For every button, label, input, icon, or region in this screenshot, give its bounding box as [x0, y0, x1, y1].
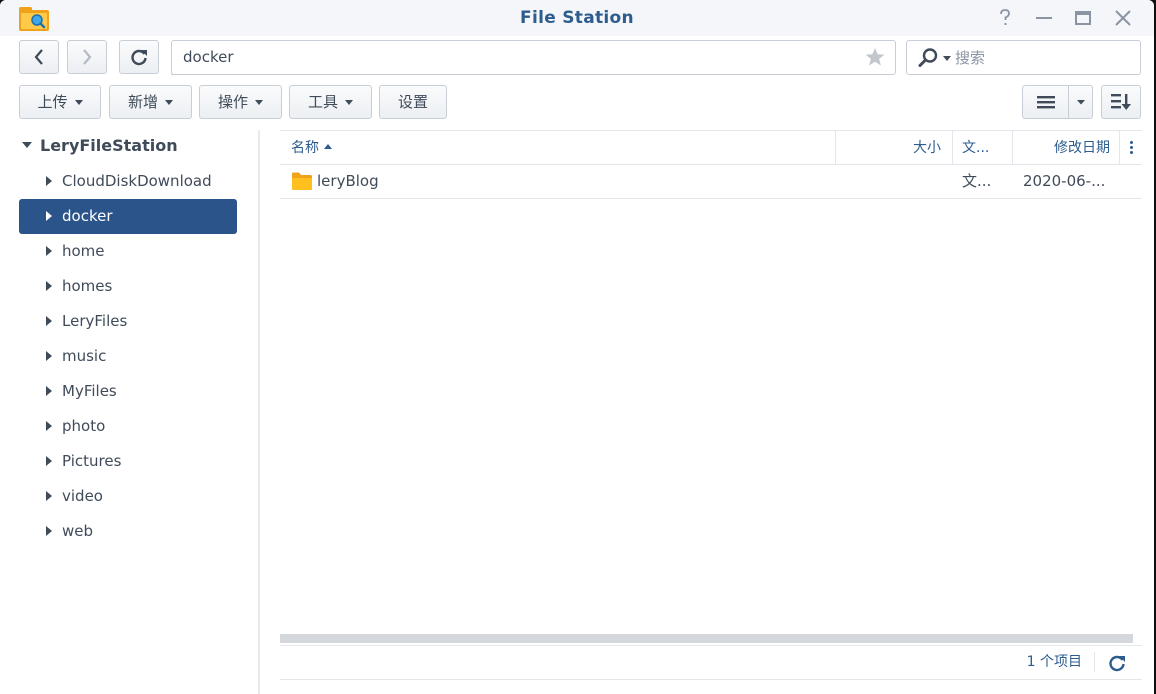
path-underline [171, 74, 855, 75]
sidebar-item-homes[interactable]: homes [19, 269, 237, 304]
sidebar-item-label: MyFiles [62, 382, 117, 400]
tools-label: 工具 [307, 93, 338, 111]
chevron-down-icon [165, 100, 173, 105]
column-header-modified[interactable]: 修改日期 [1013, 131, 1110, 165]
sort-button[interactable] [1101, 85, 1141, 119]
sidebar-item-docker[interactable]: docker [19, 199, 237, 234]
search-options-caret[interactable] [943, 56, 951, 61]
horizontal-scrollbar[interactable] [280, 634, 1133, 643]
sidebar-item-label: LeryFiles [62, 312, 128, 330]
chevron-left-icon [34, 49, 43, 65]
settings-button[interactable]: 设置 [379, 85, 447, 119]
footer-separator [1094, 652, 1095, 672]
file-list-header: 名称 大小 文... 修改日期 [280, 130, 1142, 165]
chevron-down-icon [74, 100, 83, 105]
sidebar-item-clouddiskdownload[interactable]: CloudDiskDownload [19, 164, 237, 199]
sidebar-item-pictures[interactable]: Pictures [19, 444, 237, 479]
column-header-type[interactable]: 文... [962, 131, 1012, 165]
collapsed-arrow-icon[interactable] [46, 456, 52, 466]
sidebar-item-label: home [62, 242, 105, 260]
tree-root[interactable]: LeryFileStation [22, 136, 178, 158]
collapsed-arrow-icon[interactable] [46, 386, 52, 396]
chevron-down-icon [1076, 100, 1085, 105]
title-bar: File Station [0, 0, 1154, 36]
sidebar-item-label: photo [62, 417, 106, 435]
create-label: 新增 [127, 93, 158, 111]
sidebar-item-myfiles[interactable]: MyFiles [19, 374, 237, 409]
window-title: File Station [520, 8, 634, 28]
folder-icon [292, 172, 312, 190]
action-button[interactable]: 操作 [199, 85, 282, 119]
file-row[interactable]: leryBlog 文... 2020-06-... [280, 165, 1142, 199]
expand-arrow-icon[interactable] [22, 141, 32, 148]
file-type: 文... [962, 172, 992, 190]
create-button[interactable]: 新增 [109, 85, 192, 119]
refresh-icon [131, 49, 147, 66]
sidebar-item-label: docker [62, 207, 113, 225]
column-header-size[interactable]: 大小 [836, 131, 941, 165]
sidebar-item-music[interactable]: music [19, 339, 237, 374]
tree-root-label: LeryFileStation [40, 136, 178, 155]
column-header-name[interactable]: 名称 [291, 131, 831, 165]
settings-label: 设置 [397, 93, 428, 111]
search-input[interactable] [955, 44, 1135, 71]
collapsed-arrow-icon[interactable] [46, 176, 52, 186]
sidebar-item-leryfiles[interactable]: LeryFiles [19, 304, 237, 339]
sidebar-item-label: video [62, 487, 103, 505]
chevron-down-icon [255, 100, 263, 105]
back-button[interactable] [19, 40, 59, 74]
upload-button[interactable]: 上传 [19, 85, 101, 119]
sidebar-item-web[interactable]: web [19, 514, 237, 549]
upload-label: 上传 [37, 93, 68, 111]
sidebar-item-label: Pictures [62, 452, 122, 470]
column-name-label: 名称 [291, 140, 319, 156]
sidebar-item-home[interactable]: home [19, 234, 237, 269]
file-modified-date: 2020-06-... [1023, 172, 1106, 190]
sidebar-item-label: music [62, 347, 107, 365]
list-view-icon [1036, 96, 1055, 109]
sidebar-item-video[interactable]: video [19, 479, 237, 514]
star-icon[interactable] [865, 47, 885, 67]
search-box[interactable] [906, 40, 1141, 75]
collapsed-arrow-icon[interactable] [46, 281, 52, 291]
path-text: docker [183, 48, 234, 66]
sort-icon [1111, 94, 1131, 110]
path-bar[interactable]: docker [171, 40, 896, 75]
search-icon[interactable] [917, 47, 939, 69]
refresh-icon[interactable] [1107, 653, 1127, 673]
collapsed-arrow-icon[interactable] [46, 211, 52, 221]
collapsed-arrow-icon[interactable] [46, 491, 52, 501]
close-icon[interactable] [1111, 6, 1135, 30]
sidebar-item-label: CloudDiskDownload [62, 172, 212, 190]
collapsed-arrow-icon[interactable] [46, 316, 52, 326]
minimize-icon[interactable] [1032, 6, 1056, 30]
collapsed-arrow-icon[interactable] [46, 351, 52, 361]
tools-button[interactable]: 工具 [289, 85, 372, 119]
item-count: 1 个项目 [1026, 654, 1082, 670]
chevron-right-icon [83, 49, 92, 65]
file-name: leryBlog [317, 172, 379, 190]
collapsed-arrow-icon[interactable] [46, 246, 52, 256]
refresh-button[interactable] [119, 40, 159, 74]
collapsed-arrow-icon[interactable] [46, 526, 52, 536]
action-label: 操作 [217, 93, 248, 111]
footer-bottom-line [280, 679, 1142, 680]
list-view-button[interactable] [1022, 85, 1069, 119]
chevron-down-icon [345, 100, 353, 105]
sidebar-divider [258, 130, 260, 694]
sort-ascending-icon [324, 143, 332, 149]
file-station-window: File Station docker 上传 新增 [0, 0, 1154, 694]
help-icon[interactable] [993, 6, 1017, 30]
view-mode-dropdown[interactable] [1068, 85, 1093, 119]
column-resize-handle[interactable] [952, 131, 953, 165]
sidebar-item-photo[interactable]: photo [19, 409, 237, 444]
sidebar-item-label: homes [62, 277, 113, 295]
maximize-icon[interactable] [1071, 6, 1095, 30]
column-options-icon[interactable] [1130, 141, 1134, 155]
sidebar-item-label: web [62, 522, 94, 540]
collapsed-arrow-icon[interactable] [46, 421, 52, 431]
column-resize-handle[interactable] [1119, 131, 1120, 165]
forward-button[interactable] [67, 40, 107, 74]
